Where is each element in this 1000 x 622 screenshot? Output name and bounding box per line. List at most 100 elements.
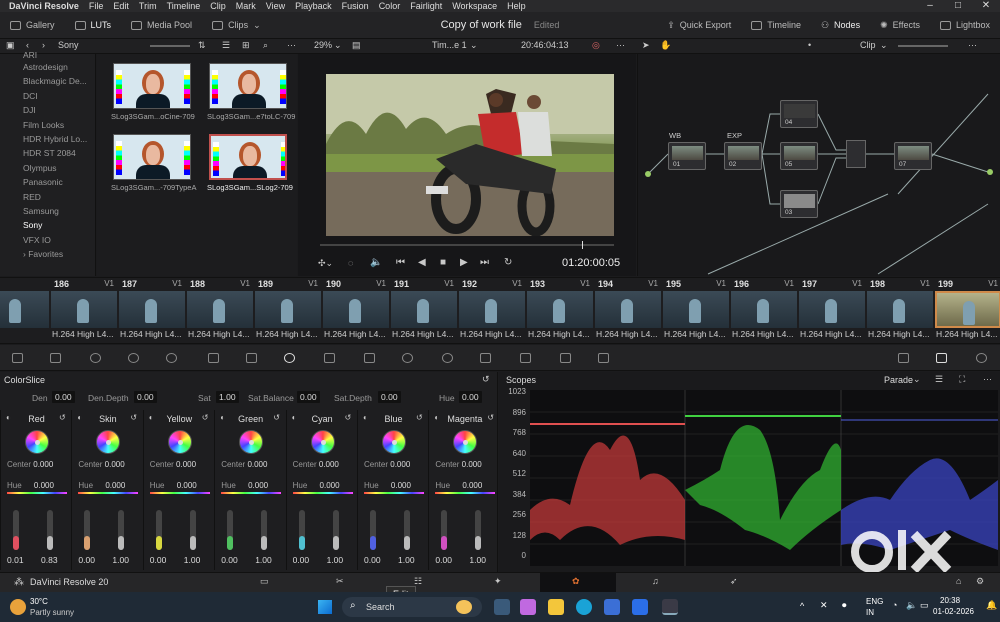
scope-mode-selector[interactable]: Parade	[884, 375, 913, 385]
onscreen-controls-icon[interactable]: ✣⌄	[318, 258, 333, 269]
copilot-icon[interactable]	[520, 599, 536, 615]
hue-bar[interactable]	[7, 492, 67, 494]
timeline-clip-partial[interactable]	[0, 278, 50, 345]
lut-thumbnail[interactable]	[209, 63, 287, 109]
center-readout[interactable]: Center 0.000	[435, 460, 481, 469]
scrubber-playhead[interactable]	[582, 241, 583, 249]
bin-item-selected[interactable]: Sony	[0, 218, 95, 232]
deliver-page-icon[interactable]: ➶	[730, 576, 738, 587]
chevron-down-icon[interactable]: ⌄	[334, 40, 342, 51]
bin-item[interactable]: Astrodesign	[0, 60, 95, 74]
hue-field[interactable]: 0.00	[459, 391, 482, 403]
hue-bar[interactable]	[78, 492, 139, 494]
slice-color-wheel[interactable]	[25, 430, 49, 454]
hue-readout[interactable]: Hue 0.000	[435, 481, 482, 490]
menu-workspace[interactable]: Workspace	[447, 1, 502, 11]
saturation-slider[interactable]	[404, 510, 410, 550]
minimize-icon[interactable]: –	[916, 0, 944, 12]
reset-icon[interactable]: ↺	[487, 413, 494, 422]
saturation-slider[interactable]	[47, 510, 53, 550]
node-04[interactable]: 04	[780, 100, 818, 128]
timeline-button[interactable]: Timeline	[741, 12, 811, 39]
wifi-icon[interactable]: ◔	[892, 600, 897, 610]
qualifier-icon[interactable]	[364, 353, 375, 363]
motion-effects-icon[interactable]	[208, 353, 219, 363]
bin-item[interactable]: ARI	[0, 50, 95, 60]
media-page-icon[interactable]: ▭	[260, 576, 269, 587]
battery-icon[interactable]: ▭	[920, 600, 929, 611]
density-slider[interactable]	[370, 510, 376, 550]
tracker-icon[interactable]	[442, 353, 453, 363]
cut-page-icon[interactable]: ✂	[336, 576, 344, 587]
reset-icon[interactable]: ↺	[59, 413, 66, 422]
density-slider[interactable]	[155, 510, 162, 550]
bin-item[interactable]: Film Looks	[0, 118, 95, 132]
speaker-icon[interactable]: 🔈	[370, 257, 382, 268]
color-page-icon[interactable]: ✿	[572, 576, 580, 587]
lut-thumbnail[interactable]	[113, 134, 191, 180]
more-options-icon[interactable]: ···	[968, 40, 977, 50]
gear-icon[interactable]: ⚙	[976, 576, 984, 587]
timeline-clip[interactable]: 190 V1 H.264 High L4...	[322, 278, 390, 345]
lut-thumbnail-selected[interactable]	[209, 134, 287, 180]
bin-item[interactable]: Olympus	[0, 161, 95, 175]
edge-icon[interactable]	[576, 599, 592, 615]
tray-icon[interactable]: ✕	[820, 600, 828, 611]
hue-readout[interactable]: Hue 0.000	[221, 481, 268, 490]
clock-date[interactable]: 01-02-2026	[933, 607, 974, 616]
reverse-icon[interactable]: ◀	[418, 257, 426, 268]
sat-depth-field[interactable]: 0.00	[378, 391, 401, 403]
forward-icon[interactable]: ›	[42, 40, 45, 50]
color-wheels-icon[interactable]	[90, 353, 101, 363]
bin-item[interactable]: RED	[0, 190, 95, 204]
menu-playback[interactable]: Playback	[290, 1, 337, 11]
task-view-icon[interactable]	[494, 599, 510, 615]
lightbox-button[interactable]: Lightbox	[930, 12, 1000, 39]
hue-readout[interactable]: Hue 0.000	[364, 481, 411, 490]
store-icon[interactable]	[604, 599, 620, 615]
chevron-down-icon[interactable]: ⌄	[470, 40, 478, 51]
curves-icon[interactable]	[246, 353, 257, 363]
window-icon[interactable]	[402, 353, 413, 363]
sort-icon[interactable]: ⇅	[198, 40, 206, 51]
davinci-taskbar-icon[interactable]	[662, 599, 678, 615]
sizing-icon[interactable]	[598, 353, 609, 363]
hue-bar[interactable]	[292, 492, 353, 494]
timeline-clip[interactable]: 188 V1 H.264 High L4...	[186, 278, 254, 345]
menu-clip[interactable]: Clip	[205, 1, 231, 11]
bin-item-favorites[interactable]: › Favorites	[0, 247, 95, 261]
bin-item[interactable]: HDR Hybrid Lo...	[0, 132, 95, 146]
menu-fusion[interactable]: Fusion	[337, 1, 374, 11]
menu-help[interactable]: Help	[502, 1, 531, 11]
magic-mask-icon[interactable]	[480, 353, 491, 363]
hue-readout[interactable]: Hue 0.000	[78, 481, 125, 490]
pointer-icon[interactable]: ➤	[642, 40, 650, 51]
bin-item[interactable]: HDR ST 2084	[0, 146, 95, 160]
slice-color-wheel[interactable]	[167, 430, 192, 454]
density-slider[interactable]	[298, 510, 305, 550]
menu-fairlight[interactable]: Fairlight	[405, 1, 447, 11]
blur-icon[interactable]	[520, 353, 531, 363]
node-01[interactable]: 01	[668, 142, 706, 170]
saturation-slider[interactable]	[475, 510, 482, 550]
menu-mark[interactable]: Mark	[231, 1, 261, 11]
density-slider[interactable]	[441, 510, 448, 550]
loop-icon[interactable]: ↻	[504, 257, 512, 268]
menu-edit[interactable]: Edit	[108, 1, 134, 11]
clips-button[interactable]: Clips ⌄	[202, 12, 271, 39]
fairlight-page-icon[interactable]: ♫	[652, 576, 659, 586]
saturation-slider[interactable]	[118, 510, 125, 550]
first-frame-icon[interactable]: ⏮	[396, 257, 405, 268]
saturation-slider[interactable]	[332, 510, 339, 550]
hue-bar[interactable]	[435, 492, 496, 494]
timeline-clip[interactable]: 186 V1 H.264 High L4...	[50, 278, 118, 345]
sat-balance-field[interactable]: 0.00	[297, 391, 320, 403]
last-frame-icon[interactable]: ⏭	[480, 257, 489, 268]
viewer-mode-icon[interactable]: ▤	[352, 40, 361, 51]
weather-desc[interactable]: Partly sunny	[30, 608, 74, 617]
info-icon[interactable]	[976, 353, 987, 363]
timeline-clip[interactable]: 187 V1 H.264 High L4...	[118, 278, 186, 345]
density-slider[interactable]	[13, 510, 19, 550]
node-zoom-slider[interactable]	[898, 45, 948, 47]
center-readout[interactable]: Center 0.000	[364, 460, 410, 469]
